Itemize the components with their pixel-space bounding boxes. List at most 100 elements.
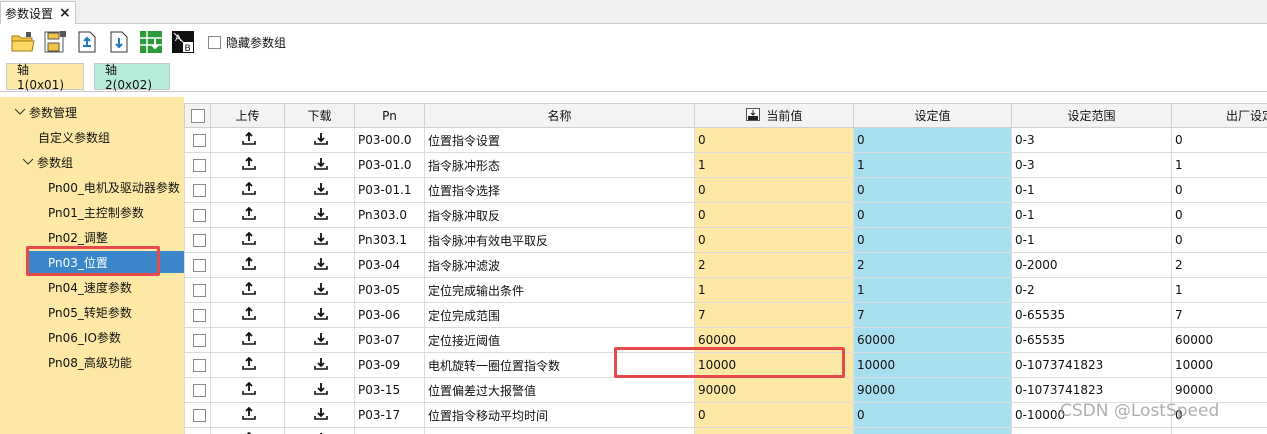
download-icon[interactable] (314, 258, 328, 273)
table-row[interactable]: P03-06定位完成范围770-655357指 (184, 302, 1267, 328)
grid-download-icon[interactable] (138, 29, 164, 55)
table-row[interactable]: P03-07定位接近阈值60000600000-6553560000指 (184, 327, 1267, 353)
table-row[interactable]: P03-01.0指令脉冲形态110-31-- (184, 152, 1267, 178)
set-value-cell[interactable]: 10000 (853, 352, 1012, 378)
upload-icon[interactable] (242, 381, 256, 398)
row-select-cell[interactable] (184, 427, 211, 434)
header-pn[interactable]: Pn (354, 103, 425, 128)
table-row[interactable]: P03-01.1位置指令选择000-10-- (184, 177, 1267, 203)
upload-icon[interactable] (242, 181, 256, 198)
set-value-cell[interactable]: 2 (853, 252, 1012, 278)
download-icon[interactable] (314, 408, 328, 423)
download-cell[interactable] (284, 302, 355, 328)
row-checkbox[interactable] (192, 309, 206, 322)
table-row[interactable]: P03-04指令脉冲滤波220-200020. (184, 252, 1267, 278)
read-value-icon[interactable] (745, 108, 760, 124)
download-icon[interactable] (314, 383, 328, 398)
upload-cell[interactable] (210, 177, 285, 203)
tree-item-custom-group[interactable]: 自定义参数组 (38, 126, 110, 148)
upload-cell[interactable] (210, 227, 285, 253)
upload-cell[interactable] (210, 127, 285, 153)
tree-item-pn03[interactable]: Pn03_位置 (26, 251, 184, 273)
table-row[interactable]: P03-19位置指令一阶低通滤波时间参数000-655350-- (184, 427, 1267, 434)
ab-compare-icon[interactable]: AB (170, 29, 196, 55)
upload-icon[interactable] (242, 356, 256, 373)
download-icon[interactable] (314, 183, 328, 198)
download-icon[interactable] (314, 283, 328, 298)
header-select-all[interactable] (184, 103, 211, 128)
upload-icon[interactable] (242, 281, 256, 298)
upload-cell[interactable] (210, 302, 285, 328)
header-range[interactable]: 设定范围 (1011, 103, 1172, 128)
row-checkbox[interactable] (192, 334, 206, 347)
download-icon[interactable] (314, 133, 328, 148)
row-select-cell[interactable] (184, 277, 211, 303)
row-select-cell[interactable] (184, 177, 211, 203)
upload-cell[interactable] (210, 327, 285, 353)
upload-icon[interactable] (242, 156, 256, 173)
row-checkbox[interactable] (192, 259, 206, 272)
doc-tab-parameter-settings[interactable]: 参数设置 × (0, 1, 76, 24)
row-checkbox[interactable] (192, 409, 206, 422)
upload-icon[interactable] (242, 231, 256, 248)
tree-item-param-group[interactable]: 参数组 (22, 151, 73, 173)
close-icon[interactable]: × (59, 6, 71, 20)
table-row[interactable]: P03-09 电机旋转一圈位置指令数 10000 10000 0-1073741823 1… (184, 352, 1267, 378)
upload-cell[interactable] (210, 277, 285, 303)
row-checkbox[interactable] (192, 359, 206, 372)
tab-axis-1[interactable]: 轴1(0x01) (6, 63, 84, 92)
row-select-cell[interactable] (184, 377, 211, 403)
set-value-cell[interactable]: 0 (853, 427, 1012, 434)
row-checkbox[interactable] (192, 134, 206, 147)
row-select-cell[interactable] (184, 252, 211, 278)
set-value-cell[interactable]: 1 (853, 152, 1012, 178)
set-value-cell[interactable]: 90000 (853, 377, 1012, 403)
row-select-cell[interactable] (184, 402, 211, 428)
download-cell[interactable] (284, 427, 355, 434)
download-icon[interactable] (314, 333, 328, 348)
table-row[interactable]: P03-15 位置偏差过大报警值 90000 90000 0-1073741823 900… (184, 377, 1267, 403)
download-cell[interactable] (284, 327, 355, 353)
header-upload[interactable]: 上传 (210, 103, 285, 128)
tree-item-pn05[interactable]: Pn05_转矩参数 (48, 301, 132, 323)
select-all-checkbox[interactable] (190, 108, 205, 123)
row-checkbox[interactable] (192, 384, 206, 397)
tree-item-pn04[interactable]: Pn04_速度参数 (48, 276, 132, 298)
hide-group-checkbox[interactable] (208, 35, 221, 49)
set-value-cell[interactable]: 0 (853, 177, 1012, 203)
row-select-cell[interactable] (184, 202, 211, 228)
chevron-down-icon[interactable] (14, 105, 26, 119)
download-icon[interactable] (314, 358, 328, 373)
chevron-down-icon[interactable] (22, 155, 34, 169)
download-icon[interactable] (314, 233, 328, 248)
header-name[interactable]: 名称 (424, 103, 695, 128)
row-checkbox[interactable] (192, 284, 206, 297)
row-select-cell[interactable] (184, 127, 211, 153)
row-select-cell[interactable] (184, 302, 211, 328)
upload-cell[interactable] (210, 352, 285, 378)
upload-icon[interactable] (242, 331, 256, 348)
download-icon[interactable] (314, 208, 328, 223)
upload-cell[interactable] (210, 202, 285, 228)
download-icon[interactable] (314, 158, 328, 173)
download-cell[interactable] (284, 152, 355, 178)
table-row[interactable]: P03-05定位完成输出条件110-21-- (184, 277, 1267, 303)
set-value-cell[interactable]: 0 (853, 402, 1012, 428)
download-cell[interactable] (284, 402, 355, 428)
header-factory[interactable]: 出厂设定 (1171, 103, 1267, 128)
tree-item-pn00[interactable]: Pn00_电机及驱动器参数 (48, 176, 180, 198)
row-checkbox[interactable] (192, 159, 206, 172)
download-cell[interactable] (284, 377, 355, 403)
download-file-icon[interactable] (106, 29, 132, 55)
download-cell[interactable] (284, 202, 355, 228)
set-value-cell[interactable]: 7 (853, 302, 1012, 328)
set-value-cell[interactable]: 0 (853, 127, 1012, 153)
upload-cell[interactable] (210, 427, 285, 434)
header-download[interactable]: 下载 (284, 103, 355, 128)
table-row[interactable]: Pn303.1指令脉冲有效电平取反000-10-- (184, 227, 1267, 253)
row-checkbox[interactable] (192, 184, 206, 197)
header-current-value[interactable]: 当前值 (694, 103, 854, 128)
tree-item-pn01[interactable]: Pn01_主控制参数 (48, 201, 144, 223)
tree-item-pn02[interactable]: Pn02_调整 (48, 226, 108, 248)
upload-icon[interactable] (242, 306, 256, 323)
